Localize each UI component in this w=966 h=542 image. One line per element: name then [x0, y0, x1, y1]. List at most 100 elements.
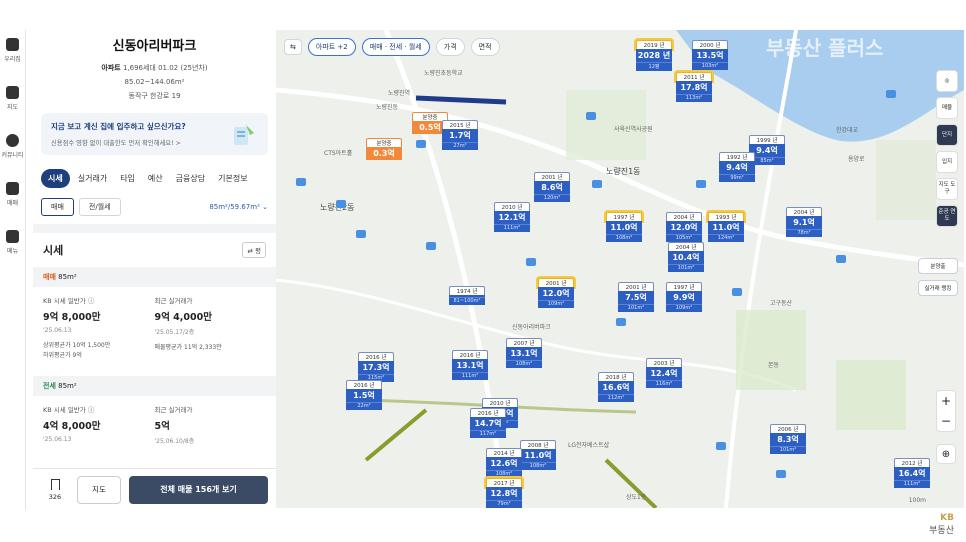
complex-pin[interactable]: 2010 년 12.1억 111m² [494, 202, 530, 232]
building-icon[interactable] [356, 230, 366, 238]
map-control-built-year[interactable]: 준공 연도 [936, 205, 958, 227]
building-icon[interactable] [776, 470, 786, 478]
rail-label: 우리집 [4, 56, 21, 63]
complex-pin[interactable]: 1993 년 11.0억 124m² [708, 212, 744, 242]
tab-finance[interactable]: 금융상담 [171, 169, 210, 188]
info-icon[interactable]: ⓘ [88, 297, 95, 305]
building-icon[interactable] [836, 255, 846, 263]
complex-pin[interactable]: 1997 년 9.9억 109m² [666, 282, 702, 312]
complex-pin[interactable]: 2001 년 7.5억 101m² [618, 282, 654, 312]
building-icon[interactable] [886, 90, 896, 98]
layers-button[interactable]: ⇆ [284, 39, 302, 55]
complex-pin[interactable]: 2004 년 9.1억 78m² [786, 207, 822, 237]
filter-area[interactable]: 면적 [470, 38, 500, 56]
complex-pin[interactable]: 2001 년 8.6억 120m² [534, 172, 570, 202]
filter-property-type[interactable]: 아파트 +2 [307, 38, 356, 56]
complex-pin[interactable]: 2004 년 12.0억 105m² [666, 212, 702, 242]
complex-pin[interactable]: 2006 년 8.3억 101m² [770, 424, 806, 454]
pin-price: 9.1억 [786, 216, 822, 229]
kb-jeonse-col: KB 시세 일반가 ⓘ 4억 8,000만 '25.06.13 [43, 404, 155, 445]
rail-item-community[interactable]: 커뮤니티 [0, 134, 25, 174]
filter-deal-type[interactable]: 매매 · 전세 · 월세 [361, 38, 430, 56]
tab-price[interactable]: 시세 [41, 168, 70, 188]
jeonse-area: 85m² [58, 382, 77, 390]
map-view[interactable]: 부동산 플러스 ⇆ 아파트 +2 매매 · 전세 · 월세 가격 면적 ◎ 매물… [276, 30, 964, 508]
unit-toggle-button[interactable]: ⇄ 평 [242, 242, 266, 258]
complex-pin[interactable]: 2007 년 13.1억 108m² [506, 338, 542, 368]
loan-banner[interactable]: 지금 보고 계신 집에 입주하고 싶으신가요? 신용점수 영향 없이 대출한도 … [41, 113, 268, 155]
zoom-out-button[interactable]: − [937, 411, 955, 431]
building-icon[interactable] [696, 180, 706, 188]
kb-price-col: KB 시세 일반가 ⓘ 9억 8,000만 '25.06.13 상위평균가 10… [43, 295, 155, 361]
filter-sale[interactable]: 매매 [41, 198, 74, 216]
complex-pin[interactable]: 1992 년 9.4억 99m² [719, 152, 755, 182]
filter-jeonse[interactable]: 전/월세 [78, 198, 121, 216]
complex-pin[interactable]: 2011 년 17.8억 113m² [676, 72, 712, 102]
tab-type[interactable]: 타입 [115, 169, 140, 188]
presale-button[interactable]: 분양출 [918, 258, 958, 274]
complex-pin[interactable]: 2014 년 12.6억 108m² [486, 448, 522, 478]
building-icon[interactable] [716, 442, 726, 450]
pin-year: 1997 년 [606, 212, 642, 221]
zoom-in-button[interactable]: + [937, 391, 955, 411]
rail-item-map[interactable]: 지도 [0, 86, 25, 126]
building-icon[interactable] [732, 288, 742, 296]
area-select[interactable]: 85m²/59.67m² ⌄ [209, 203, 268, 211]
bookmark-button[interactable]: 326 [41, 478, 69, 501]
complex-pin[interactable]: 1997 년 11.0억 108m² [606, 212, 642, 242]
pin-price: 12.0억 [666, 221, 702, 234]
map-control-tools[interactable]: 지도 도구 [936, 178, 958, 200]
building-icon[interactable] [426, 242, 436, 250]
pin-year: 2011 년 [676, 72, 712, 81]
complex-pin[interactable]: 2000 년 13.5억 103m² [692, 40, 728, 70]
rail-item-menu[interactable]: 메뉴 [0, 230, 25, 270]
building-icon[interactable] [336, 200, 346, 208]
rail-item-sale[interactable]: 매매 [0, 182, 25, 222]
pin-year: 분양중 [366, 138, 402, 147]
building-icon[interactable] [526, 258, 536, 266]
building-icon[interactable] [586, 112, 596, 120]
complex-pin[interactable]: 2001 년 12.0억 109m² [538, 278, 574, 308]
pin-size: 101m² [770, 446, 806, 454]
pin-size: 99m² [719, 174, 755, 182]
ranking-button[interactable]: 실거래 랭킹 [918, 280, 958, 296]
tab-transactions[interactable]: 실거래가 [73, 169, 112, 188]
complex-pin[interactable]: 2019 년 2028 년 12평 [636, 40, 672, 71]
pin-price: 16.6억 [598, 381, 634, 394]
complex-pin[interactable]: 분양중 0.3억 [366, 138, 402, 160]
complex-pin[interactable]: 2015 년 1.7억 27m² [442, 120, 478, 150]
info-icon[interactable]: ⓘ [88, 406, 95, 414]
map-control-location[interactable]: 입지 [936, 151, 958, 173]
complex-pin[interactable]: 2017 년 12.8억 79m² [486, 478, 522, 508]
complex-pin[interactable]: 2016 년 17.3억 115m² [358, 352, 394, 382]
complex-pin[interactable]: 2003 년 12.4억 116m² [646, 358, 682, 388]
map-button[interactable]: 지도 [77, 475, 121, 504]
building-icon[interactable] [592, 180, 602, 188]
complex-pin[interactable]: 2012 년 16.4억 111m² [894, 458, 930, 488]
pin-year: 2006 년 [770, 424, 806, 433]
complex-pin[interactable]: 2016 년 1.5억 22m² [346, 380, 382, 410]
complex-pin[interactable]: 2004 년 10.4억 101m² [668, 242, 704, 272]
rail-item-home[interactable]: 우리집 [0, 38, 25, 78]
locate-button[interactable]: ⊕ [936, 444, 956, 464]
pin-size: 108m² [506, 360, 542, 368]
recent-jeonse-date: '25.06.10/8층 [154, 438, 195, 445]
complex-pin[interactable]: 1974 년 81~100m² [449, 286, 485, 305]
map-control-complex[interactable]: 단지 [936, 124, 958, 146]
tab-info[interactable]: 기본정보 [213, 169, 252, 188]
building-icon[interactable] [616, 318, 626, 326]
complex-address: 동작구 한강로 19 [128, 92, 181, 100]
tab-budget[interactable]: 예산 [143, 169, 168, 188]
assistant-button[interactable]: ◎ [936, 70, 958, 92]
scale-bar: 100m [908, 497, 926, 504]
building-icon[interactable] [296, 178, 306, 186]
complex-pin[interactable]: 2008 년 11.0억 108m² [520, 440, 556, 470]
pin-price: 1.5억 [346, 389, 382, 402]
complex-pin[interactable]: 2018 년 16.6억 112m² [598, 372, 634, 402]
filter-price[interactable]: 가격 [435, 38, 465, 56]
all-listings-button[interactable]: 전체 매물 156개 보기 [129, 475, 268, 504]
building-icon[interactable] [416, 140, 426, 148]
complex-pin[interactable]: 2016 년 14.7억 117m² [470, 408, 506, 438]
map-control-listings[interactable]: 매물 [936, 97, 958, 119]
complex-pin[interactable]: 2016 년 13.1억 111m² [452, 350, 488, 380]
